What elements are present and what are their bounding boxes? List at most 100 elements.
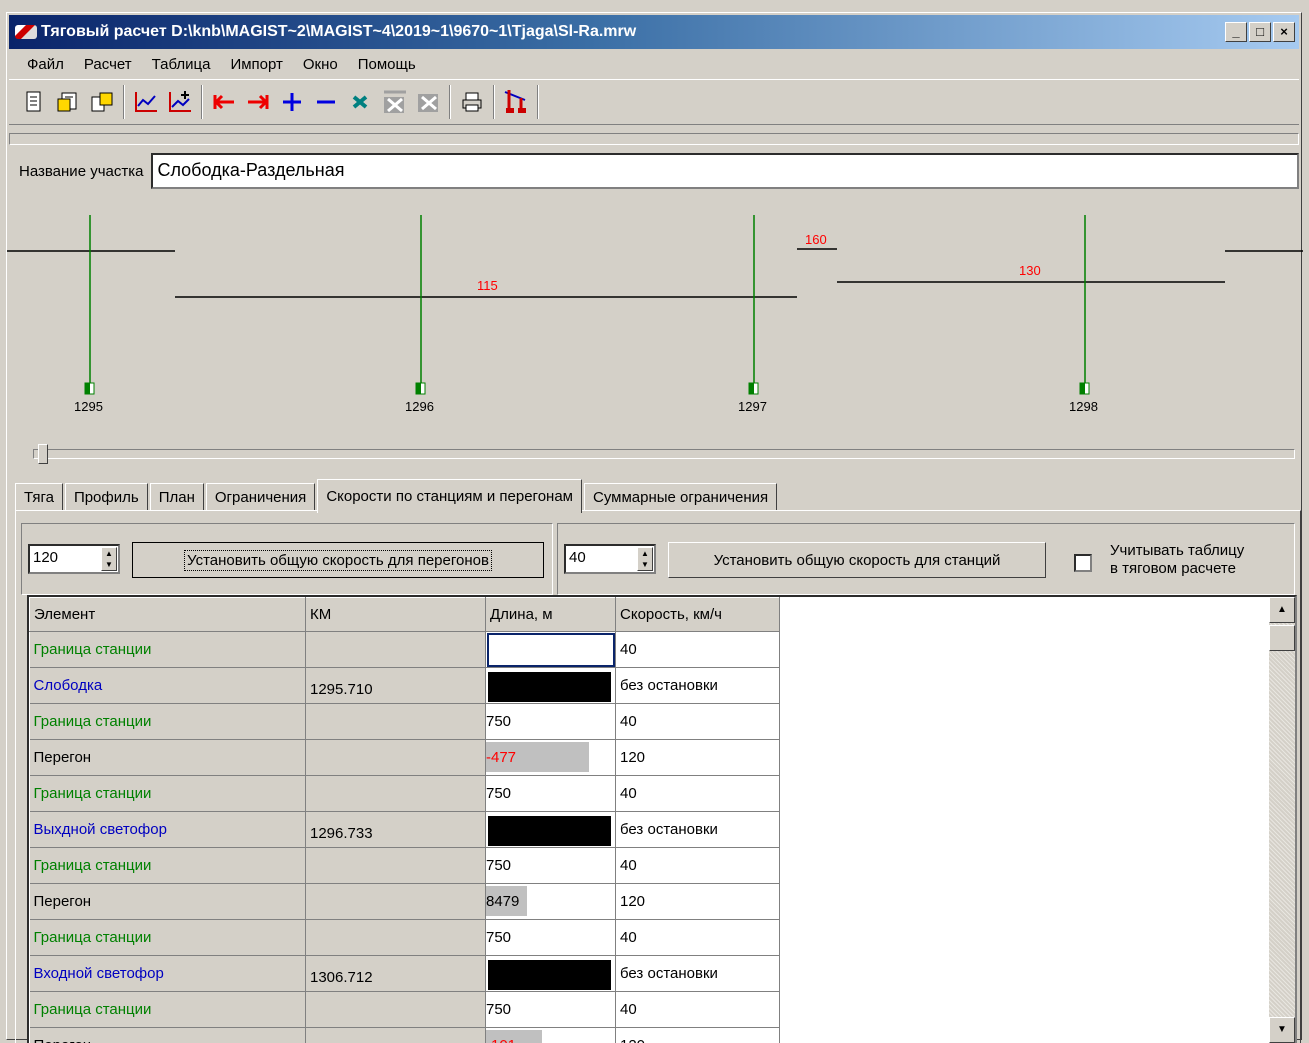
cell-speed[interactable]: 120 (615, 1027, 780, 1043)
cell-km[interactable] (305, 991, 486, 1028)
tab-plan[interactable]: План (149, 483, 204, 511)
scroll-thumb[interactable] (1269, 625, 1295, 651)
cell-km[interactable] (305, 739, 486, 776)
tab-speeds[interactable]: Скорости по станциям и перегонам (317, 479, 582, 513)
col-header-km[interactable]: КМ (305, 597, 486, 632)
cell-speed[interactable]: 40 (615, 775, 780, 812)
haul-speed-spinner[interactable]: 120 ▲ ▼ (28, 544, 120, 574)
col-header-speed[interactable]: Скорость, км/ч (615, 597, 780, 632)
table-row[interactable]: Слободка 1295.710 без остановки (29, 667, 780, 704)
delete-x-icon[interactable] (343, 85, 377, 119)
cell-length[interactable] (485, 631, 616, 668)
cell-element[interactable]: Граница станции (29, 919, 306, 956)
set-haul-speed-button[interactable]: Установить общую скорость для перегонов (132, 542, 544, 578)
diagram-scroll-slider[interactable] (33, 444, 1295, 464)
cell-speed[interactable]: 40 (615, 703, 780, 740)
cell-element[interactable]: Перегон (29, 1027, 306, 1043)
station-speed-spinner[interactable]: 40 ▲ ▼ (564, 544, 656, 574)
cell-km[interactable]: 1296.733 (305, 811, 486, 848)
cell-km[interactable]: 1295.710 (305, 667, 486, 704)
table-row[interactable]: Перегон -101 120 (29, 1027, 780, 1043)
use-table-checkbox[interactable] (1074, 554, 1092, 572)
table-row[interactable]: Граница станции 750 40 (29, 919, 780, 956)
cell-length[interactable]: -477 (485, 739, 616, 776)
table-row[interactable]: Граница станции 750 40 (29, 991, 780, 1028)
cell-length[interactable]: 750 (485, 847, 616, 884)
cell-length[interactable]: 750 (485, 919, 616, 956)
table-vertical-scrollbar[interactable]: ▲ ▼ (1269, 597, 1295, 1043)
maximize-button[interactable]: □ (1249, 22, 1271, 42)
splitter-bar[interactable] (9, 133, 1299, 145)
cell-length[interactable] (485, 955, 616, 992)
cell-km[interactable] (305, 919, 486, 956)
spin-arrows-icon[interactable]: ▲ ▼ (101, 547, 117, 571)
cell-km[interactable] (305, 703, 486, 740)
tab-traction[interactable]: Тяга (15, 483, 63, 511)
close-button[interactable]: × (1273, 22, 1295, 42)
delete-row-icon[interactable] (377, 85, 411, 119)
cell-speed[interactable]: 40 (615, 847, 780, 884)
cell-speed[interactable]: 40 (615, 919, 780, 956)
cell-km[interactable]: 1306.712 (305, 955, 486, 992)
section-name-input[interactable]: Слободка-Раздельная (151, 153, 1299, 189)
chart-icon[interactable] (129, 85, 163, 119)
scroll-up-icon[interactable]: ▲ (1269, 597, 1295, 623)
print-icon[interactable] (455, 85, 489, 119)
plus-icon[interactable] (275, 85, 309, 119)
cell-km[interactable] (305, 631, 486, 668)
cell-element[interactable]: Граница станции (29, 703, 306, 740)
cell-element[interactable]: Входной светофор (29, 955, 306, 992)
new-doc-icon[interactable] (17, 85, 51, 119)
cell-element[interactable]: Граница станции (29, 775, 306, 812)
chart-add-icon[interactable] (163, 85, 197, 119)
menu-window[interactable]: Окно (293, 56, 348, 73)
cell-element[interactable]: Граница станции (29, 991, 306, 1028)
cell-element[interactable]: Выхдной светофор (29, 811, 306, 848)
cell-speed[interactable]: без остановки (615, 811, 780, 848)
cell-length[interactable]: 8479 (485, 883, 616, 920)
cell-length[interactable]: -101 (485, 1027, 616, 1043)
tab-restrictions[interactable]: Ограничения (205, 483, 316, 511)
cell-element[interactable]: Граница станции (29, 847, 306, 884)
table-row[interactable]: Граница станции 750 40 (29, 847, 780, 884)
cell-speed[interactable]: 40 (615, 631, 780, 668)
cell-length[interactable]: 750 (485, 775, 616, 812)
menu-help[interactable]: Помощь (348, 56, 426, 73)
cell-element[interactable]: Граница станции (29, 631, 306, 668)
cell-element[interactable]: Перегон (29, 739, 306, 776)
menu-table[interactable]: Таблица (142, 56, 221, 73)
cell-length[interactable] (485, 811, 616, 848)
table-row[interactable]: Граница станции 750 40 (29, 703, 780, 740)
delete-all-icon[interactable] (411, 85, 445, 119)
cell-speed[interactable]: 120 (615, 883, 780, 920)
table-row[interactable]: Граница станции 40 (29, 631, 780, 668)
slider-thumb[interactable] (38, 444, 48, 464)
cell-km[interactable] (305, 1027, 486, 1043)
cell-speed[interactable]: без остановки (615, 955, 780, 992)
title-bar[interactable]: Тяговый расчет D:\knb\MAGIST~2\MAGIST~4\… (9, 15, 1299, 49)
arrow-right-bar-icon[interactable] (241, 85, 275, 119)
tab-profile[interactable]: Профиль (64, 483, 148, 511)
cell-speed[interactable]: без остановки (615, 667, 780, 704)
arrow-left-bar-icon[interactable] (207, 85, 241, 119)
menu-calc[interactable]: Расчет (74, 56, 142, 73)
cell-speed[interactable]: 120 (615, 739, 780, 776)
minus-icon[interactable] (309, 85, 343, 119)
menu-import[interactable]: Импорт (220, 56, 292, 73)
table-row[interactable]: Перегон 8479 120 (29, 883, 780, 920)
col-header-element[interactable]: Элемент (29, 597, 306, 632)
set-station-speed-button[interactable]: Установить общую скорость для станций (668, 542, 1046, 578)
cell-length[interactable]: 750 (485, 703, 616, 740)
spin-arrows-icon[interactable]: ▲ ▼ (637, 547, 653, 571)
table-row[interactable]: Перегон -477 120 (29, 739, 780, 776)
calculate-icon[interactable] (499, 85, 533, 119)
cell-km[interactable] (305, 883, 486, 920)
table-row[interactable]: Входной светофор 1306.712 без остановки (29, 955, 780, 992)
table-row[interactable]: Выхдной светофор 1296.733 без остановки (29, 811, 780, 848)
menu-file[interactable]: Файл (17, 56, 74, 73)
scroll-down-icon[interactable]: ▼ (1269, 1017, 1295, 1043)
cell-km[interactable] (305, 847, 486, 884)
tab-summary-restrictions[interactable]: Суммарные ограничения (583, 483, 778, 511)
cell-length[interactable]: 750 (485, 991, 616, 1028)
copy-doc-icon[interactable] (85, 85, 119, 119)
